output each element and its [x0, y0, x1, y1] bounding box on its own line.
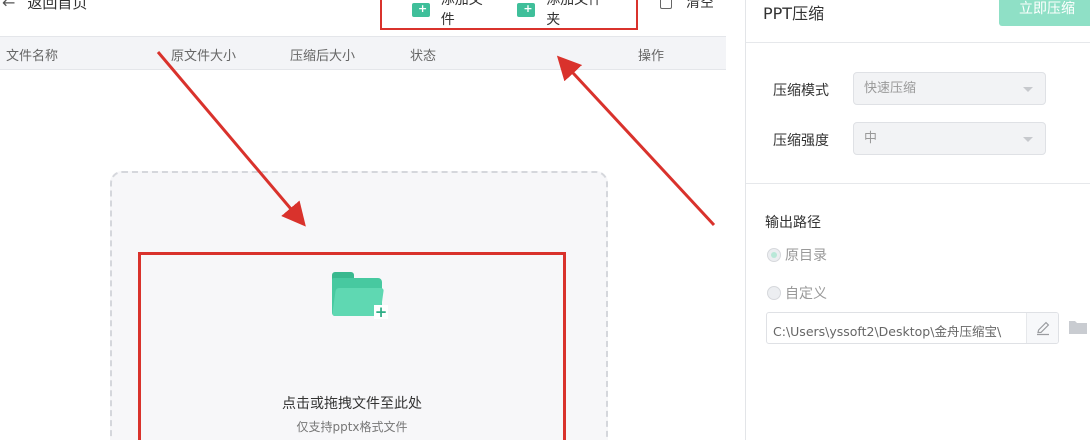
- dropzone-subtitle: 仅支持pptx格式文件: [296, 420, 408, 434]
- output-path-input[interactable]: C:\Users\yssoft2\Desktop\金舟压缩宝\: [766, 312, 1059, 344]
- divider: [746, 183, 1090, 184]
- compress-mode-select[interactable]: 快速压缩: [853, 72, 1046, 105]
- radio-original-label: 原目录: [785, 248, 827, 264]
- radio-custom-directory[interactable]: 自定义: [767, 283, 827, 303]
- add-toolbar-highlight: 添加文件 添加文件夹: [380, 0, 638, 30]
- arrow-left-icon: ←: [2, 0, 16, 12]
- radio-dot-icon: [767, 248, 781, 262]
- output-path-label: 输出路径: [765, 215, 821, 231]
- panel-title: PPT压缩: [763, 4, 825, 23]
- add-file-icon: [412, 1, 431, 17]
- back-home-label: 返回首页: [27, 0, 88, 12]
- compress-mode-value: 快速压缩: [864, 81, 917, 96]
- edit-path-button[interactable]: [1026, 313, 1058, 343]
- back-home-link[interactable]: ← 返回首页: [2, 0, 87, 12]
- compress-strength-value: 中: [864, 131, 878, 146]
- clear-button[interactable]: 清空: [660, 0, 714, 12]
- column-actions: 操作: [638, 49, 665, 64]
- folder-open-icon[interactable]: [1068, 318, 1088, 336]
- dropzone-title: 点击或拖拽文件至此处: [282, 396, 422, 412]
- add-folder-label: 添加文件夹: [546, 0, 603, 28]
- radio-custom-label: 自定义: [785, 286, 827, 302]
- column-file-name: 文件名称: [6, 49, 59, 64]
- add-file-button[interactable]: 添加文件: [412, 0, 493, 29]
- chevron-down-icon: [1023, 137, 1033, 142]
- add-folder-icon: [517, 1, 536, 17]
- compress-strength-label: 压缩强度: [773, 133, 829, 149]
- column-status: 状态: [410, 49, 437, 64]
- trash-icon: [660, 0, 672, 9]
- column-compressed-size: 压缩后大小: [290, 49, 356, 64]
- radio-dot-icon: [767, 286, 781, 300]
- file-table-header: 文件名称 原文件大小 压缩后大小 状态 操作: [0, 36, 726, 70]
- chevron-down-icon: [1023, 87, 1033, 92]
- settings-panel: PPT压缩 立即压缩 压缩模式 快速压缩 压缩强度 中 输出路径 原目录 自定义…: [745, 0, 1090, 440]
- output-path-value: C:\Users\yssoft2\Desktop\金舟压缩宝\: [773, 324, 1002, 339]
- radio-original-directory[interactable]: 原目录: [767, 245, 827, 265]
- add-folder-button[interactable]: 添加文件夹: [517, 0, 612, 29]
- column-original-size: 原文件大小: [171, 49, 237, 64]
- pencil-icon: [1037, 321, 1050, 336]
- compress-now-button[interactable]: 立即压缩: [999, 0, 1090, 26]
- divider: [746, 42, 1090, 43]
- file-list-pane: ← 返回首页 添加文件 添加文件夹 清空 文件名称 原文件大小 压缩后大小 状态…: [0, 0, 745, 440]
- clear-label: 清空: [686, 0, 714, 11]
- add-file-label: 添加文件: [440, 0, 483, 28]
- compress-mode-label: 压缩模式: [773, 83, 829, 99]
- add-folder-icon[interactable]: +: [332, 272, 388, 322]
- compress-strength-select[interactable]: 中: [853, 122, 1046, 155]
